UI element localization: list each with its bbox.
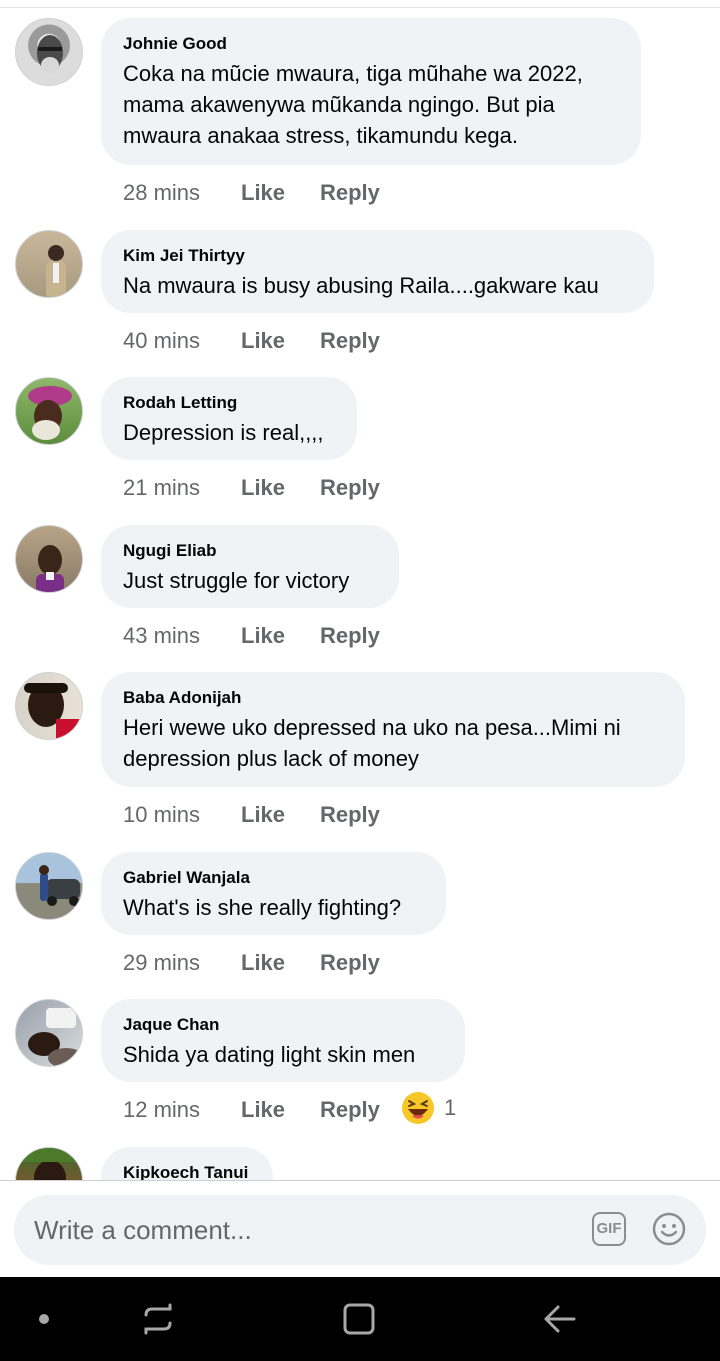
avatar[interactable] bbox=[15, 230, 83, 298]
comment-author[interactable]: Johnie Good bbox=[123, 34, 619, 54]
reaction-summary[interactable]: 1 bbox=[400, 1090, 456, 1126]
gif-icon[interactable]: GIF bbox=[592, 1212, 626, 1246]
comment-text: Shida ya dating light skin men bbox=[123, 1042, 416, 1067]
reaction-count: 1 bbox=[444, 1095, 457, 1120]
comment-bubble: Rodah Letting Depression is real,,,, bbox=[101, 377, 357, 460]
comment-input-placeholder: Write a comment... bbox=[34, 1215, 252, 1245]
like-button[interactable]: Like bbox=[241, 623, 320, 649]
reply-button[interactable]: Reply bbox=[320, 180, 380, 206]
comment-text: What's is she really fighting? bbox=[123, 895, 402, 920]
avatar[interactable] bbox=[15, 999, 83, 1067]
reply-button[interactable]: Reply bbox=[320, 623, 380, 649]
home-icon[interactable] bbox=[337, 1297, 381, 1341]
top-divider bbox=[0, 7, 720, 8]
comment-author[interactable]: Jaque Chan bbox=[123, 1015, 443, 1035]
comment-time: 21 mins bbox=[123, 475, 201, 500]
back-icon[interactable] bbox=[538, 1297, 582, 1341]
recent-apps-icon[interactable] bbox=[136, 1297, 180, 1341]
avatar[interactable] bbox=[15, 18, 83, 86]
comment-text: Heri wewe uko depressed na uko na pesa..… bbox=[123, 715, 621, 771]
comment-bubble: Jaque Chan Shida ya dating light skin me… bbox=[101, 999, 465, 1082]
comment-time: 28 mins bbox=[123, 180, 201, 205]
comment-bubble: Kipkoech Tanui bbox=[101, 1147, 273, 1180]
comment-author[interactable]: Rodah Letting bbox=[123, 393, 335, 413]
comment-author[interactable]: Kipkoech Tanui bbox=[123, 1163, 251, 1180]
avatar[interactable] bbox=[15, 377, 83, 445]
comment-bubble: Johnie Good Coka na mũcie mwaura, tiga m… bbox=[101, 18, 641, 165]
dot-icon[interactable] bbox=[22, 1297, 66, 1341]
comment-bubble: Gabriel Wanjala What's is she really fig… bbox=[101, 852, 446, 935]
comment-actions: 43 mins Like Reply bbox=[123, 621, 380, 651]
comment-time: 43 mins bbox=[123, 623, 201, 648]
comment-author[interactable]: Gabriel Wanjala bbox=[123, 868, 424, 888]
comment-actions: 10 mins Like Reply bbox=[123, 800, 380, 830]
laughing-emoji-icon bbox=[402, 1092, 434, 1124]
avatar[interactable] bbox=[15, 1147, 83, 1180]
comment-time: 40 mins bbox=[123, 328, 201, 353]
comment-text: Depression is real,,,, bbox=[123, 420, 324, 445]
comment-actions: 21 mins Like Reply bbox=[123, 473, 380, 503]
comment-bubble: Baba Adonijah Heri wewe uko depressed na… bbox=[101, 672, 685, 787]
comment-composer-bar: Write a comment... GIF bbox=[0, 1180, 720, 1278]
like-button[interactable]: Like bbox=[241, 1097, 320, 1123]
smiley-icon[interactable] bbox=[652, 1212, 686, 1246]
reply-button[interactable]: Reply bbox=[320, 950, 380, 976]
system-navigation-bar bbox=[0, 1277, 720, 1361]
comment-time: 12 mins bbox=[123, 1097, 201, 1122]
like-button[interactable]: Like bbox=[241, 180, 320, 206]
comment-text: Na mwaura is busy abusing Raila....gakwa… bbox=[123, 273, 599, 298]
comment-bubble: Ngugi Eliab Just struggle for victory bbox=[101, 525, 399, 608]
comment-author[interactable]: Ngugi Eliab bbox=[123, 541, 377, 561]
comment-time: 10 mins bbox=[123, 802, 201, 827]
comment-actions: 12 mins Like Reply bbox=[123, 1095, 380, 1125]
avatar[interactable] bbox=[15, 525, 83, 593]
comment-author[interactable]: Kim Jei Thirtyy bbox=[123, 246, 632, 266]
reply-button[interactable]: Reply bbox=[320, 475, 380, 501]
comment-bubble: Kim Jei Thirtyy Na mwaura is busy abusin… bbox=[101, 230, 654, 313]
avatar[interactable] bbox=[15, 852, 83, 920]
avatar[interactable] bbox=[15, 672, 83, 740]
comment-time: 29 mins bbox=[123, 950, 201, 975]
comment-item: Kipkoech Tanui bbox=[0, 1147, 720, 1180]
reply-button[interactable]: Reply bbox=[320, 328, 380, 354]
comment-input[interactable]: Write a comment... GIF bbox=[14, 1195, 706, 1265]
comment-actions: 40 mins Like Reply bbox=[123, 326, 380, 356]
comment-actions: 28 mins Like Reply bbox=[123, 178, 380, 208]
comment-author[interactable]: Baba Adonijah bbox=[123, 688, 663, 708]
like-button[interactable]: Like bbox=[241, 328, 320, 354]
reply-button[interactable]: Reply bbox=[320, 1097, 380, 1123]
like-button[interactable]: Like bbox=[241, 802, 320, 828]
comment-text: Just struggle for victory bbox=[123, 568, 350, 593]
comment-actions: 29 mins Like Reply bbox=[123, 948, 380, 978]
like-button[interactable]: Like bbox=[241, 950, 320, 976]
reply-button[interactable]: Reply bbox=[320, 802, 380, 828]
like-button[interactable]: Like bbox=[241, 475, 320, 501]
comment-text: Coka na mũcie mwaura, tiga mũhahe wa 202… bbox=[123, 61, 583, 148]
